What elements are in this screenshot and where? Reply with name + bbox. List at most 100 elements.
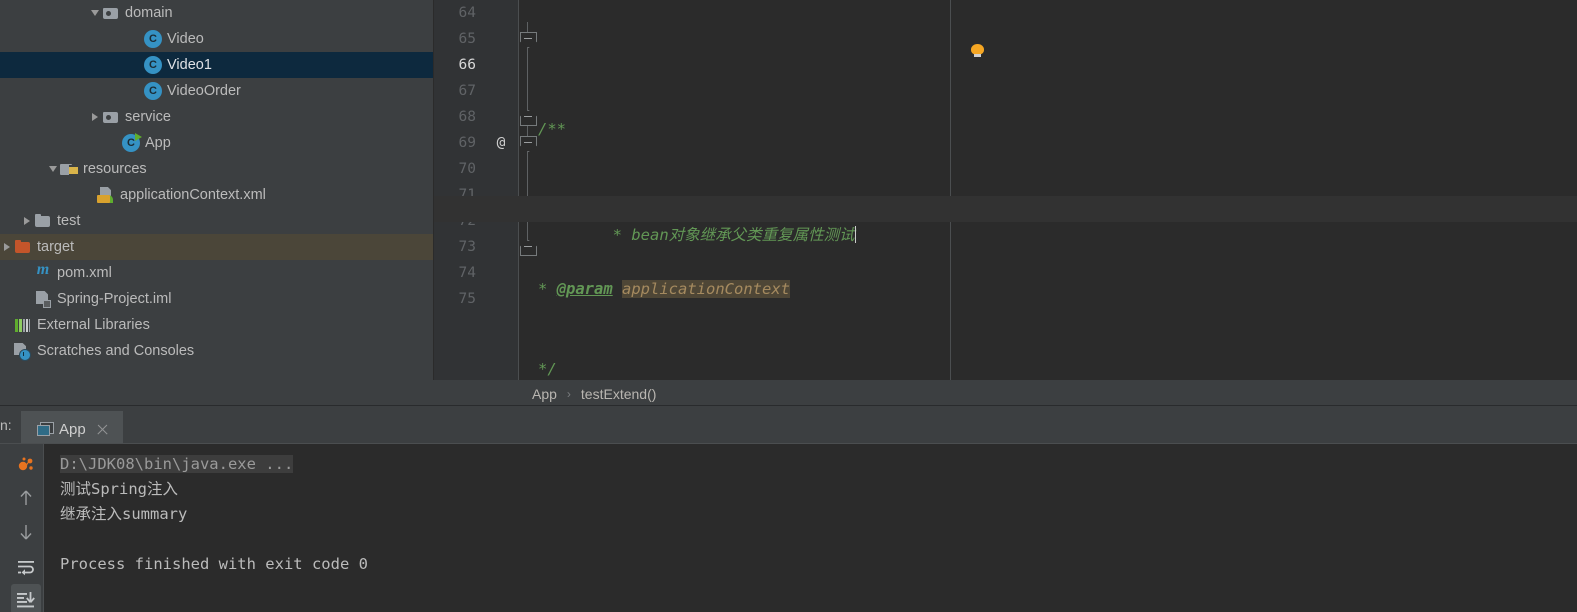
project-tool-window[interactable]: domain Video Video1 VideoOrder service App res…: [0, 0, 434, 405]
intellij-idea-window: domain Video Video1 VideoOrder service App res…: [0, 0, 1577, 612]
gutter-slot: [484, 260, 518, 286]
javadoc-param-name: applicationContext: [622, 280, 790, 298]
line-number-74: 74: [458, 265, 476, 281]
run-tool-window: n: App D:\JDK08\bin\java.exe ... 测试Sprin…: [0, 406, 1577, 612]
line-number-66: 66: [458, 57, 476, 73]
tree-item-app[interactable]: App: [0, 130, 434, 156]
chevron-down-icon[interactable]: [88, 0, 102, 26]
tree-item-external-libraries[interactable]: External Libraries: [0, 312, 434, 338]
tree-item-domain[interactable]: domain: [0, 0, 434, 26]
code-text[interactable]: /** * bean对象继承父类重复属性测试 * @param applicat…: [434, 0, 1577, 380]
gutter-slot: [484, 104, 518, 130]
spring-leaf-icon: [105, 195, 113, 203]
chevron-down-icon[interactable]: [46, 156, 60, 182]
module-iml-icon: [34, 290, 52, 308]
tree-item-label: target: [37, 239, 75, 255]
tree-item-applicationcontext-xml[interactable]: applicationContext.xml: [0, 182, 434, 208]
rerun-failed-tests-icon[interactable]: [11, 450, 41, 480]
gutter-slot: [484, 26, 518, 52]
run-tool-window-label: n:: [0, 417, 12, 433]
text-caret: [854, 226, 857, 243]
tree-item-test[interactable]: test: [0, 208, 434, 234]
tree-item-target[interactable]: target: [0, 234, 434, 260]
tree-item-label: resources: [83, 161, 147, 177]
line-number-65: 65: [458, 31, 476, 47]
tree-item-label: Video1: [167, 57, 212, 73]
console-output[interactable]: D:\JDK08\bin\java.exe ... 测试Spring注入 继承注入…: [44, 444, 1577, 612]
override-marker-icon[interactable]: @: [484, 130, 518, 156]
tree-item-label: domain: [125, 5, 173, 21]
javadoc-open: /**: [538, 120, 566, 138]
tree-item-service[interactable]: service: [0, 104, 434, 130]
gutter-slot: [484, 78, 518, 104]
tree-item-label: App: [145, 135, 171, 151]
code-line-66: * bean对象继承父类重复属性测试: [434, 196, 1577, 244]
fold-region-end-icon[interactable]: [520, 240, 537, 256]
maven-icon: [34, 261, 52, 282]
javadoc-description-text: bean对象继承父类重复属性测试: [631, 226, 855, 244]
tree-item-label: applicationContext.xml: [120, 187, 266, 203]
libraries-icon: [14, 316, 32, 334]
breadcrumb-separator-icon: ›: [566, 386, 571, 401]
close-icon[interactable]: [96, 423, 109, 436]
fold-region-start-icon[interactable]: [520, 32, 537, 48]
tree-item-label: Spring-Project.iml: [57, 291, 172, 307]
gutter-annotations: @: [484, 0, 518, 312]
spring-xml-icon: [97, 186, 115, 204]
fold-markers-column[interactable]: [519, 0, 537, 380]
tree-item-label: VideoOrder: [167, 83, 241, 99]
tree-item-video[interactable]: Video: [0, 26, 434, 52]
gutter-slot: [484, 286, 518, 312]
javadoc-star-67: *: [538, 280, 557, 298]
scroll-to-end-icon[interactable]: [10, 584, 41, 612]
package-folder-icon: [102, 4, 120, 22]
chevron-right-icon[interactable]: [0, 234, 14, 260]
run-config-window-icon: [37, 422, 54, 436]
tree-item-resources[interactable]: resources: [0, 156, 434, 182]
gutter-slot: [484, 156, 518, 182]
scratches-icon: [14, 342, 32, 361]
code-editor[interactable]: 646566676869707172737475 @ /** * bean对象继…: [434, 0, 1577, 380]
soft-wrap-icon[interactable]: [11, 551, 41, 581]
folder-icon: [34, 212, 52, 230]
tree-item-videoorder[interactable]: VideoOrder: [0, 78, 434, 104]
tree-item-label: Scratches and Consoles: [37, 343, 195, 359]
tree-item-label: Video: [167, 31, 204, 47]
gutter-slot: [484, 52, 518, 78]
java-class-icon: [144, 30, 162, 48]
clock-hand: [23, 352, 24, 356]
javadoc-star-66: *: [612, 226, 632, 244]
tree-item-video1[interactable]: Video1: [0, 52, 434, 78]
line-numbers: 646566676869707172737475: [434, 0, 484, 312]
console-output-line: 测试Spring注入: [60, 480, 178, 498]
console-output-line: Process finished with exit code 0: [60, 555, 368, 573]
arrow-up-icon[interactable]: [11, 484, 41, 514]
fold-region-start-icon[interactable]: [520, 136, 537, 152]
console-command-text: D:\JDK08\bin\java.exe ...: [60, 455, 294, 473]
run-tab-app[interactable]: App: [21, 411, 123, 445]
chevron-right-icon[interactable]: [88, 104, 102, 130]
line-number-64: 64: [458, 5, 476, 21]
javadoc-close: */: [538, 360, 557, 378]
breadcrumb-item-class[interactable]: App: [530, 386, 559, 402]
tree-item-spring-project-iml[interactable]: Spring-Project.iml: [0, 286, 434, 312]
tree-item-pom-xml[interactable]: pom.xml: [0, 260, 434, 286]
line-number-70: 70: [458, 161, 476, 177]
chevron-right-icon[interactable]: [20, 208, 34, 234]
javadoc-param-tag[interactable]: @param: [557, 280, 613, 298]
tree-item-scratches-and-consoles[interactable]: Scratches and Consoles: [0, 338, 434, 364]
arrow-down-icon[interactable]: [11, 517, 41, 547]
line-number-67: 67: [458, 83, 476, 99]
tree-item-label: External Libraries: [37, 317, 150, 333]
fold-region-end-icon[interactable]: [520, 110, 537, 126]
breadcrumb-item-method[interactable]: testExtend(): [579, 386, 658, 402]
